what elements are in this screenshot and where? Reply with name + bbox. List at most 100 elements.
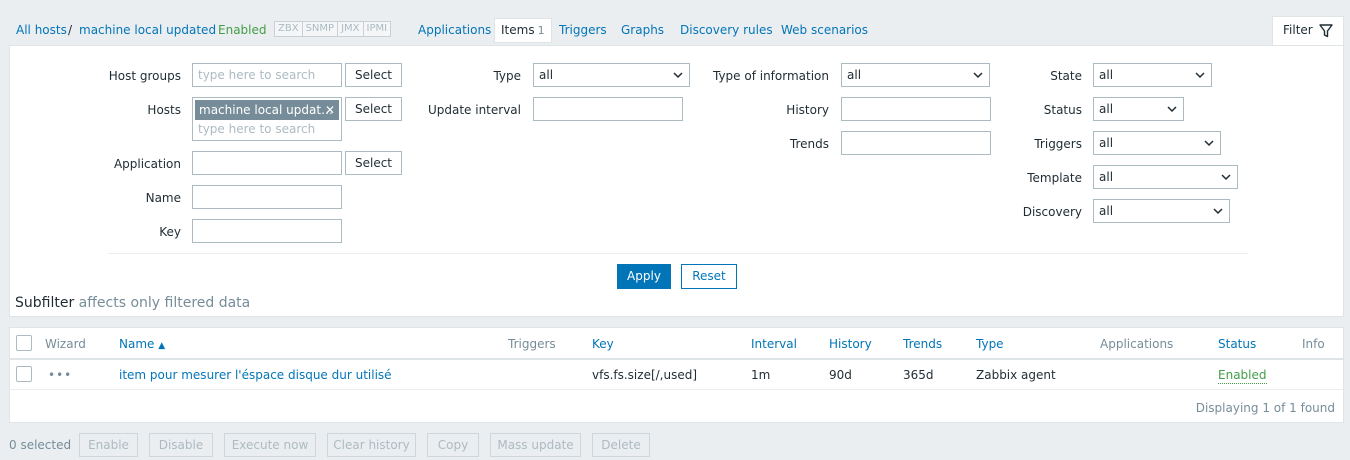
nav-web-scenarios[interactable]: Web scenarios (781, 22, 868, 38)
sort-ascending-icon: ▲ (158, 341, 166, 351)
header-wizard: Wizard (45, 337, 86, 351)
item-history: 90d (829, 368, 852, 382)
subfilter: Subfilter affects only filtered data (15, 294, 250, 312)
item-trends: 365d (903, 368, 934, 382)
mass-update-button[interactable]: Mass update (490, 433, 581, 457)
header-type[interactable]: Type (976, 336, 1004, 352)
selected-count: 0 selected (9, 438, 72, 452)
type-select-value: all (539, 68, 554, 82)
nav-discovery-rules[interactable]: Discovery rules (680, 22, 773, 38)
disable-button[interactable]: Disable (149, 433, 213, 457)
key-input[interactable] (192, 219, 342, 243)
status-label: Status (1043, 103, 1082, 117)
type-of-information-value: all (847, 68, 862, 82)
history-label: History (786, 103, 829, 117)
name-input[interactable] (192, 185, 342, 209)
apply-button[interactable]: Apply (617, 264, 671, 289)
clear-history-button[interactable]: Clear history (327, 433, 416, 457)
row-checkbox[interactable] (16, 366, 32, 382)
row-divider (10, 389, 1343, 390)
hosts-select-button[interactable]: Select (345, 97, 402, 121)
header-history[interactable]: History (829, 336, 872, 352)
filter-tab[interactable]: Filter (1272, 16, 1344, 46)
delete-button[interactable]: Delete (592, 433, 650, 457)
header-name[interactable]: Name ▲ (119, 336, 165, 354)
item-interval: 1m (751, 368, 771, 382)
triggers-label: Triggers (1034, 137, 1082, 151)
item-name-link[interactable]: item pour mesurer l'éspace disque dur ut… (119, 367, 392, 383)
chevron-down-icon (1167, 106, 1177, 113)
nav-applications[interactable]: Applications (418, 22, 491, 38)
template-select-value: all (1099, 170, 1114, 184)
triggers-select[interactable]: all (1093, 131, 1221, 155)
breadcrumb-host[interactable]: machine local updated (79, 22, 216, 38)
filter-tab-label: Filter (1283, 23, 1313, 37)
state-select[interactable]: all (1093, 63, 1212, 87)
chevron-down-icon (1204, 140, 1214, 147)
discovery-select[interactable]: all (1093, 199, 1230, 223)
breadcrumb-all-hosts[interactable]: All hosts (16, 22, 67, 38)
host-groups-input[interactable]: type here to search (192, 63, 342, 87)
hosts-search-input[interactable]: type here to search (198, 121, 315, 137)
history-input[interactable] (841, 97, 991, 121)
triggers-select-value: all (1099, 136, 1114, 150)
host-chip: machine local updat… ✕ (195, 100, 339, 120)
copy-button[interactable]: Copy (427, 433, 479, 457)
host-groups-label: Host groups (108, 69, 181, 83)
application-input[interactable] (192, 151, 342, 175)
trends-input[interactable] (841, 131, 991, 155)
execute-now-button[interactable]: Execute now (224, 433, 316, 457)
header-key[interactable]: Key (592, 336, 614, 352)
type-of-information-select[interactable]: all (841, 63, 990, 87)
header-trends[interactable]: Trends (903, 336, 942, 352)
update-interval-label: Update interval (427, 103, 521, 117)
availability-indicators: ZBX SNMP JMX IPMI (274, 21, 392, 37)
wizard-menu-icon[interactable]: ••• (48, 367, 72, 383)
template-label: Template (1027, 171, 1082, 185)
host-groups-select-button[interactable]: Select (345, 63, 402, 87)
filter-panel: Host groups type here to search Select H… (9, 45, 1344, 317)
header-interval[interactable]: Interval (751, 336, 797, 352)
application-label: Application (113, 157, 181, 171)
snmp-indicator: SNMP (301, 21, 339, 37)
update-interval-input[interactable] (533, 97, 683, 121)
status-select[interactable]: all (1093, 97, 1184, 121)
chevron-down-icon (1221, 174, 1231, 181)
subfilter-note: affects only filtered data (78, 295, 251, 311)
nav-items[interactable]: Items 1 (494, 18, 552, 43)
host-status[interactable]: Enabled (218, 22, 267, 38)
mass-actions-bar: 0 selected Enable Disable Execute now Cl… (0, 432, 1350, 460)
jmx-indicator: JMX (337, 21, 364, 37)
type-of-information-label: Type of information (712, 69, 829, 83)
items-count: 1 (537, 24, 545, 37)
reset-button[interactable]: Reset (681, 264, 737, 289)
hosts-multiselect[interactable]: machine local updat… ✕ type here to searc… (192, 97, 342, 141)
breadcrumb-separator: / (68, 23, 73, 37)
chevron-down-icon (1213, 208, 1223, 215)
enable-button[interactable]: Enable (79, 433, 138, 457)
filter-divider (108, 253, 1248, 254)
remove-host-icon[interactable]: ✕ (325, 100, 335, 120)
select-all-checkbox[interactable] (16, 335, 32, 351)
type-label: Type (493, 69, 521, 83)
nav-graphs[interactable]: Graphs (621, 22, 664, 38)
header-name-label: Name (119, 337, 155, 351)
item-status-toggle[interactable]: Enabled (1218, 367, 1267, 384)
item-type: Zabbix agent (976, 368, 1056, 382)
header-info: Info (1302, 337, 1325, 351)
discovery-label: Discovery (1022, 205, 1082, 219)
chevron-down-icon (673, 72, 683, 79)
header-status[interactable]: Status (1218, 336, 1256, 352)
key-label: Key (159, 225, 181, 239)
hosts-label: Hosts (147, 103, 181, 117)
type-select[interactable]: all (533, 63, 690, 87)
state-label: State (1050, 69, 1082, 83)
template-select[interactable]: all (1093, 165, 1238, 189)
results-count: Displaying 1 of 1 found (1195, 401, 1335, 415)
application-select-button[interactable]: Select (345, 151, 402, 175)
ipmi-indicator: IPMI (362, 21, 392, 37)
nav-triggers[interactable]: Triggers (559, 22, 607, 38)
chevron-down-icon (1195, 72, 1205, 79)
name-label: Name (145, 191, 181, 205)
subfilter-title: Subfilter (15, 295, 75, 311)
